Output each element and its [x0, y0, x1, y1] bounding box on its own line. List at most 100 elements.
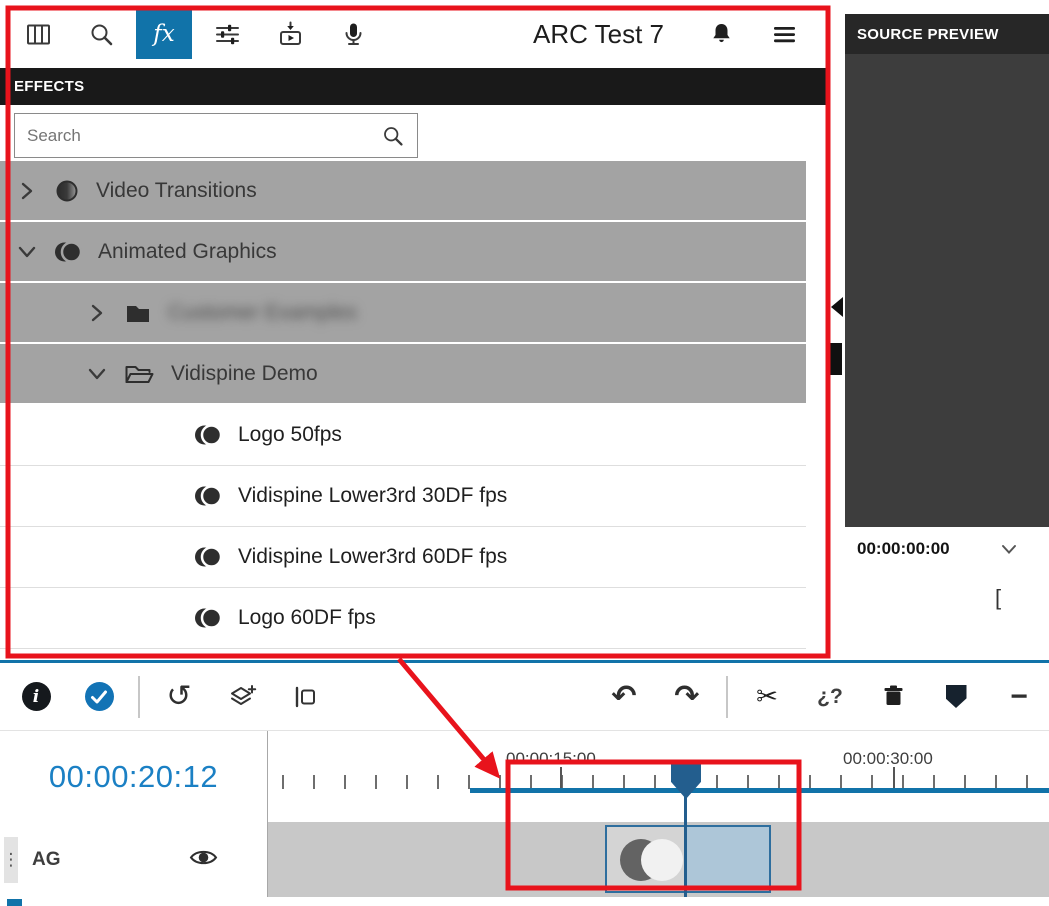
chevron-down-icon[interactable] — [1001, 544, 1017, 555]
bell-icon — [708, 21, 735, 48]
zoom-out-button[interactable]: − — [995, 673, 1043, 721]
undo-button[interactable]: ↶ — [600, 673, 648, 721]
chevron-down-icon[interactable] — [12, 239, 42, 265]
ruler-ticks — [282, 775, 1049, 789]
tree-item-label: Vidispine Lower3rd 60DF fps — [238, 545, 507, 569]
tree-item-customer-examples[interactable]: Customer Examples — [0, 283, 806, 342]
source-preview-panel: SOURCE PREVIEW 00:00:00:00 [ — [845, 14, 1049, 611]
chevron-down-icon[interactable] — [82, 361, 112, 387]
app-title: ARC Test 7 — [533, 19, 664, 50]
menu-button[interactable] — [756, 9, 812, 59]
timeline-header-row: 00:00:20:12 00:00:15:00 00:00:30:00 — [0, 731, 1049, 822]
tree-item-lower3rd-30df[interactable]: Vidispine Lower3rd 30DF fps — [0, 466, 806, 527]
ruler-major-tick — [560, 767, 562, 789]
animated-graphic-icon — [194, 605, 222, 631]
redo-button[interactable]: ↷ — [663, 673, 711, 721]
toolbar-divider — [726, 676, 728, 718]
tree-item-label: Video Transitions — [96, 179, 257, 203]
next-track-tab[interactable] — [7, 899, 22, 906]
search-nav-button[interactable] — [73, 9, 129, 59]
tree-item-logo-60df[interactable]: Logo 60DF fps — [0, 588, 806, 649]
ripple-delete-button[interactable]: ¿? — [806, 673, 854, 721]
tree-item-video-transitions[interactable]: Video Transitions — [0, 161, 806, 220]
layers-plus-icon — [227, 683, 257, 711]
panels-button[interactable] — [10, 9, 66, 59]
scissors-icon: ✂ — [756, 681, 778, 712]
insert-clip-icon — [291, 683, 319, 711]
tree-item-label: Logo 60DF fps — [238, 606, 376, 630]
toolbar-divider — [138, 676, 140, 718]
folder-icon — [124, 301, 152, 325]
main-toolbar: fx ARC Test 7 — [0, 0, 830, 68]
ruler-label-30s: 00:00:30:00 — [843, 749, 933, 769]
info-button[interactable]: i — [12, 673, 60, 721]
tree-item-label: Logo 50fps — [238, 423, 342, 447]
timeline-toolbar: i ↺ ↶ ↷ — [0, 663, 1049, 731]
animated-graphic-icon — [194, 483, 222, 509]
chevron-right-icon[interactable] — [12, 178, 42, 204]
eye-icon — [188, 845, 219, 869]
timeline-clip[interactable] — [605, 825, 771, 893]
undo-icon: ↶ — [611, 682, 636, 712]
question-icon: ¿? — [817, 685, 843, 709]
minus-icon: − — [1010, 682, 1028, 712]
tree-item-vidispine-demo[interactable]: Vidispine Demo — [0, 344, 806, 403]
tree-item-label: Customer Examples — [168, 301, 357, 325]
effects-tree: Video Transitions Animated Graphics Cust… — [0, 161, 806, 649]
fx-icon: fx — [153, 21, 174, 47]
mark-in-button[interactable]: [ — [845, 585, 1049, 611]
rotate-ccw-icon: ↺ — [166, 682, 191, 712]
settings-button[interactable] — [199, 9, 255, 59]
trash-icon — [880, 683, 907, 710]
voiceover-button[interactable] — [325, 9, 381, 59]
check-circle-icon — [85, 682, 114, 711]
timeline-track-lane[interactable] — [268, 822, 1049, 897]
cut-button[interactable]: ✂ — [743, 673, 791, 721]
transition-fade-icon — [54, 178, 80, 204]
add-layer-button[interactable] — [218, 673, 266, 721]
source-preview-viewer — [845, 54, 1049, 527]
info-icon: i — [22, 682, 51, 711]
timeline-current-timecode: 00:00:20:12 — [0, 731, 268, 822]
approve-button[interactable] — [75, 673, 123, 721]
delete-button[interactable] — [869, 673, 917, 721]
columns-icon — [25, 21, 52, 48]
animated-graphic-icon — [194, 544, 222, 570]
search-icon — [88, 21, 115, 48]
tree-item-label: Vidispine Lower3rd 30DF fps — [238, 484, 507, 508]
chevron-right-icon[interactable] — [82, 300, 112, 326]
effects-tab-button[interactable]: fx — [136, 9, 192, 59]
effects-panel: fx ARC Test 7 — [0, 0, 830, 660]
insert-clip-button[interactable] — [281, 673, 329, 721]
export-video-button[interactable] — [262, 9, 318, 59]
add-marker-button[interactable] — [932, 673, 980, 721]
sliders-icon — [214, 21, 241, 48]
timeline-panel: i ↺ ↶ ↷ — [0, 660, 1049, 906]
track-header: ⋮ AG — [0, 822, 268, 897]
notifications-button[interactable] — [693, 9, 749, 59]
track-visibility-button[interactable] — [188, 845, 219, 874]
reset-button[interactable]: ↺ — [155, 673, 203, 721]
track-name: AG — [32, 849, 61, 871]
panel-collapse-arrow-icon[interactable] — [831, 297, 843, 317]
ruler-major-tick — [893, 767, 895, 789]
source-preview-timecode: 00:00:00:00 — [857, 539, 950, 559]
effects-search — [14, 113, 418, 158]
panel-resize-handle[interactable] — [829, 343, 842, 375]
timeline-ruler[interactable]: 00:00:15:00 00:00:30:00 — [268, 731, 1049, 822]
source-preview-timecode-row: 00:00:00:00 — [845, 527, 1049, 571]
search-input[interactable] — [27, 126, 381, 146]
hamburger-menu-icon — [771, 21, 798, 48]
animated-graphics-icon — [54, 239, 82, 265]
redo-icon: ↷ — [674, 682, 699, 712]
search-icon[interactable] — [381, 124, 405, 148]
track-drag-handle[interactable]: ⋮ — [4, 837, 18, 883]
tree-item-animated-graphics[interactable]: Animated Graphics — [0, 222, 806, 281]
tree-item-lower3rd-60df[interactable]: Vidispine Lower3rd 60DF fps — [0, 527, 806, 588]
effects-panel-header: EFFECTS — [0, 68, 830, 105]
next-track-row — [0, 899, 1049, 906]
marker-icon — [946, 685, 967, 708]
ruler-range-bar — [470, 788, 1049, 793]
tree-item-logo-50fps[interactable]: Logo 50fps — [0, 405, 806, 466]
microphone-icon — [340, 21, 367, 48]
